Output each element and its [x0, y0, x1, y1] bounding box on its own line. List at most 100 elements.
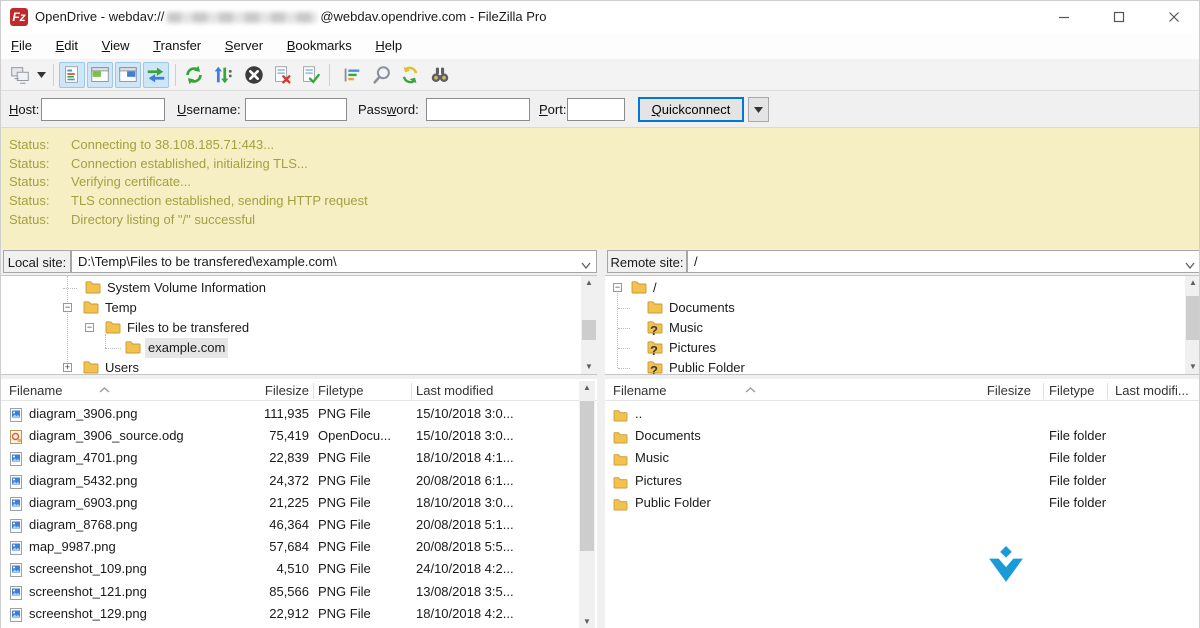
chevron-down-icon[interactable]: [581, 257, 591, 272]
scroll-up-icon[interactable]: ▲: [1185, 276, 1200, 290]
directory-comparison-button[interactable]: [369, 62, 395, 88]
menu-bookmarks[interactable]: Bookmarks: [277, 33, 362, 59]
tree-item[interactable]: ? Public Folder: [605, 358, 1165, 375]
file-row[interactable]: PicturesFile folder: [605, 470, 1181, 492]
toggle-transfer-queue-button[interactable]: [143, 62, 169, 88]
site-manager-dropdown-button[interactable]: [34, 62, 48, 88]
menu-help[interactable]: Help: [365, 33, 412, 59]
expand-expander[interactable]: +: [63, 363, 72, 372]
minimize-button[interactable]: [1047, 1, 1081, 33]
toggle-remote-tree-icon: [117, 64, 139, 86]
toggle-message-log-button[interactable]: [59, 62, 85, 88]
minimize-icon: [1058, 11, 1070, 23]
local-list-scrollbar[interactable]: ▲ ▼: [579, 381, 595, 628]
close-button[interactable]: [1157, 1, 1191, 33]
file-row[interactable]: diagram_3906.png111,935PNG File15/10/201…: [1, 403, 577, 425]
file-row[interactable]: map_9987.png57,684PNG File20/08/2018 5:5…: [1, 536, 577, 558]
column-header-filetype[interactable]: Filetype: [1049, 381, 1095, 401]
tree-item[interactable]: − /: [605, 278, 1165, 298]
file-row[interactable]: screenshot_109.png4,510PNG File24/10/201…: [1, 558, 577, 580]
scrollbar-thumb[interactable]: [1186, 296, 1200, 340]
folder-icon: [613, 451, 627, 465]
scroll-down-icon[interactable]: ▼: [1185, 360, 1200, 374]
chevron-down-icon[interactable]: [1185, 257, 1195, 272]
directory-comparison-icon: [371, 64, 393, 86]
filename-filters-button[interactable]: [339, 62, 365, 88]
toggle-local-tree-button[interactable]: [87, 62, 113, 88]
find-files-button[interactable]: [425, 62, 455, 88]
column-header-filesize[interactable]: Filesize: [951, 381, 1031, 401]
folder-icon: [647, 300, 663, 314]
port-input[interactable]: [567, 98, 625, 121]
menu-file[interactable]: File: [1, 33, 42, 59]
reconnect-button[interactable]: [297, 62, 323, 88]
file-row[interactable]: Public FolderFile folder: [605, 492, 1181, 514]
file-row[interactable]: DocumentsFile folder: [605, 425, 1181, 447]
scroll-up-icon[interactable]: ▲: [579, 381, 595, 395]
column-header-filename[interactable]: Filename: [9, 381, 62, 401]
collapse-expander[interactable]: −: [63, 303, 72, 312]
filezilla-window: Fz OpenDrive - webdav://@webdav.opendriv…: [0, 0, 1200, 628]
file-row[interactable]: MusicFile folder: [605, 447, 1181, 469]
column-divider[interactable]: [1043, 383, 1044, 399]
tree-item[interactable]: − Files to be transfered: [1, 318, 561, 338]
sort-ascending-icon: [745, 381, 756, 396]
file-row[interactable]: screenshot_129.png22,912PNG File18/10/20…: [1, 603, 577, 625]
scroll-down-icon[interactable]: ▼: [579, 615, 595, 628]
file-row[interactable]: ..: [605, 403, 1181, 425]
quickconnect-dropdown-button[interactable]: [748, 97, 769, 122]
menu-transfer[interactable]: Transfer: [143, 33, 211, 59]
folder-unknown-icon: ?: [647, 320, 663, 334]
local-site-combo[interactable]: D:\Temp\Files to be transfered\example.c…: [71, 250, 597, 273]
tree-item[interactable]: ? Music: [605, 318, 1165, 338]
remote-site-combo[interactable]: /: [687, 250, 1200, 273]
local-tree-scrollbar[interactable]: ▲ ▼: [581, 276, 597, 374]
scroll-up-icon[interactable]: ▲: [581, 276, 597, 290]
toggle-queue-processing-button[interactable]: [209, 62, 235, 88]
tree-item[interactable]: + Users: [1, 358, 561, 375]
tree-item-selected[interactable]: example.com: [1, 338, 561, 358]
vertical-splitter[interactable]: [597, 249, 605, 628]
scroll-down-icon[interactable]: ▼: [581, 360, 597, 374]
column-header-filesize[interactable]: Filesize: [231, 381, 309, 401]
column-divider[interactable]: [1107, 383, 1108, 399]
menu-edit[interactable]: Edit: [46, 33, 88, 59]
collapse-expander[interactable]: −: [613, 283, 622, 292]
png-file-icon: [9, 496, 23, 510]
column-header-last-modified[interactable]: Last modified: [416, 381, 493, 401]
column-divider[interactable]: [313, 383, 314, 399]
column-header-last-modified[interactable]: Last modifi...: [1115, 381, 1189, 401]
synchronized-browsing-button[interactable]: [397, 62, 423, 88]
site-manager-icon: [9, 64, 31, 86]
remote-tree-scrollbar[interactable]: ▲ ▼: [1185, 276, 1200, 374]
toggle-remote-tree-button[interactable]: [115, 62, 141, 88]
cancel-operation-button[interactable]: [241, 62, 267, 88]
tree-item[interactable]: − Temp: [1, 298, 561, 318]
file-row[interactable]: diagram_4701.png22,839PNG File18/10/2018…: [1, 447, 577, 469]
disconnect-button[interactable]: [269, 62, 295, 88]
file-row[interactable]: screenshot_121.png85,566PNG File13/08/20…: [1, 581, 577, 603]
quickconnect-button[interactable]: Quickconnect: [638, 97, 744, 122]
password-input[interactable]: [426, 98, 530, 121]
tree-item[interactable]: Documents: [605, 298, 1165, 318]
username-input[interactable]: [245, 98, 347, 121]
host-input[interactable]: [41, 98, 165, 121]
png-file-icon: [9, 540, 23, 554]
tree-item[interactable]: ? Pictures: [605, 338, 1165, 358]
menu-view[interactable]: View: [92, 33, 140, 59]
scrollbar-thumb[interactable]: [580, 401, 594, 551]
maximize-button[interactable]: [1102, 1, 1136, 33]
column-header-filename[interactable]: Filename: [613, 381, 666, 401]
column-divider[interactable]: [411, 383, 412, 399]
site-manager-button[interactable]: [7, 62, 33, 88]
column-header-filetype[interactable]: Filetype: [318, 381, 364, 401]
collapse-expander[interactable]: −: [85, 323, 94, 332]
tree-item[interactable]: System Volume Information: [1, 278, 561, 298]
file-row[interactable]: diagram_8768.png46,364PNG File20/08/2018…: [1, 514, 577, 536]
file-row[interactable]: diagram_6903.png21,225PNG File18/10/2018…: [1, 492, 577, 514]
refresh-button[interactable]: [181, 62, 207, 88]
scrollbar-thumb[interactable]: [582, 320, 596, 340]
file-row[interactable]: diagram_3906_source.odg75,419OpenDocu...…: [1, 425, 577, 447]
menu-server[interactable]: Server: [215, 33, 273, 59]
file-row[interactable]: diagram_5432.png24,372PNG File20/08/2018…: [1, 470, 577, 492]
